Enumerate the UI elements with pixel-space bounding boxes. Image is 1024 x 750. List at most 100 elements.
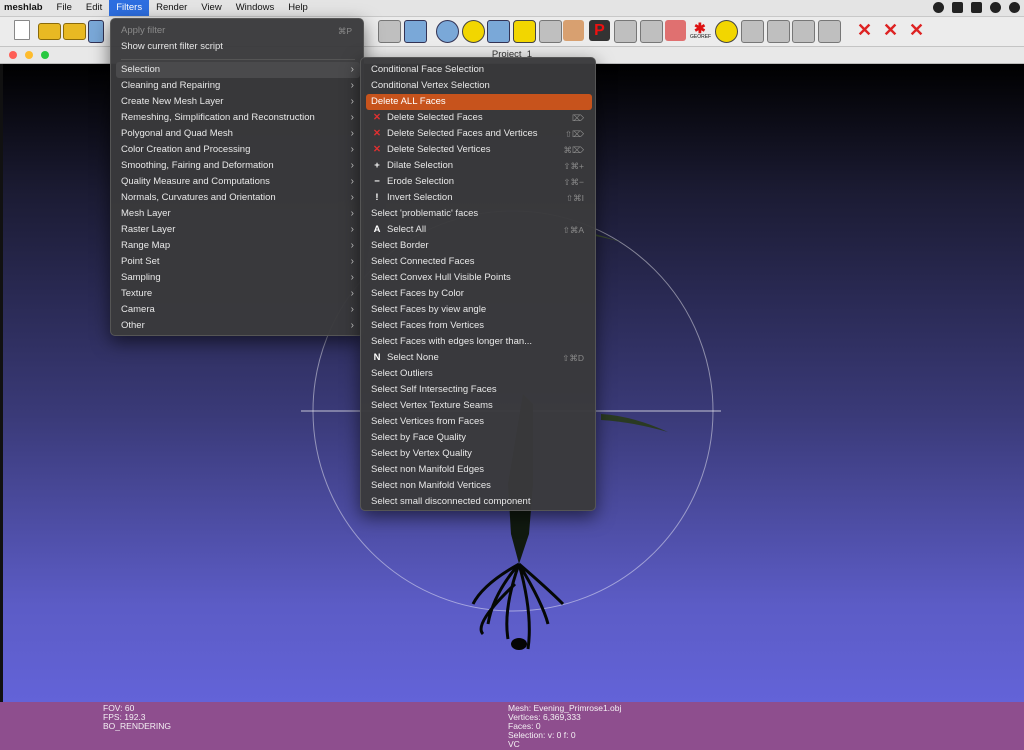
submenu-item[interactable]: Select Faces by view angle: [366, 302, 592, 318]
info-icon[interactable]: [715, 20, 738, 43]
dilate-selection-item[interactable]: + Dilate Selection ⇧⌘+: [366, 158, 592, 174]
select-connected-icon[interactable]: [792, 20, 815, 43]
category-label: Cleaning and Repairing: [121, 80, 221, 91]
category-normals[interactable]: Normals, Curvatures and Orientation ›: [116, 190, 360, 206]
category-label: Smoothing, Fairing and Deformation: [121, 160, 274, 171]
submenu-item[interactable]: Select Faces with edges longer than...: [366, 334, 592, 350]
submenu-item[interactable]: Select Connected Faces: [366, 254, 592, 270]
category-remeshing[interactable]: Remeshing, Simplification and Reconstruc…: [116, 110, 360, 126]
tray-app-icon[interactable]: [952, 2, 963, 13]
category-sampling[interactable]: Sampling ›: [116, 270, 360, 286]
delete-faces-tool-icon[interactable]: ✕: [854, 20, 875, 41]
tray-drive-icon[interactable]: [971, 2, 982, 13]
new-document-icon[interactable]: [14, 20, 30, 40]
menu-file[interactable]: File: [50, 0, 79, 16]
chevron-right-icon: ›: [350, 144, 354, 155]
submenu-item[interactable]: Select non Manifold Vertices: [366, 478, 592, 494]
submenu-item[interactable]: Select small disconnected component: [366, 494, 592, 510]
submenu-item[interactable]: Select Vertex Texture Seams: [366, 398, 592, 414]
globe-icon[interactable]: [436, 20, 459, 43]
chevron-right-icon: ›: [350, 128, 354, 139]
submenu-item[interactable]: Select by Vertex Quality: [366, 446, 592, 462]
annotation-a-icon[interactable]: [462, 20, 485, 43]
delete-vertices-tool-icon[interactable]: ✕: [880, 20, 901, 41]
shortcut-label: ⌘⌦: [563, 145, 584, 155]
bounding-box-icon[interactable]: [378, 20, 401, 43]
brush-icon[interactable]: [563, 20, 584, 41]
apply-filter-label: Apply filter: [121, 25, 166, 36]
submenu-item[interactable]: Select Outliers: [366, 366, 592, 382]
category-label: Create New Mesh Layer: [121, 96, 224, 107]
delete-both-tool-icon[interactable]: ✕: [906, 20, 927, 41]
select-all-item[interactable]: A Select All ⇧⌘A: [366, 222, 592, 238]
category-polygonal[interactable]: Polygonal and Quad Mesh ›: [116, 126, 360, 142]
submenu-item[interactable]: Select by Face Quality: [366, 430, 592, 446]
menu-filters[interactable]: Filters: [109, 0, 150, 16]
category-create-mesh[interactable]: Create New Mesh Layer ›: [116, 94, 360, 110]
submenu-item[interactable]: Select 'problematic' faces: [366, 206, 592, 222]
invert-selection-item[interactable]: ! Invert Selection ⇧⌘I: [366, 190, 592, 206]
category-point-set[interactable]: Point Set ›: [116, 254, 360, 270]
open-project-icon[interactable]: [63, 23, 86, 40]
delete-faces-vertices-item[interactable]: ✕ Delete Selected Faces and Vertices ⇧⌦: [366, 126, 592, 142]
category-smoothing[interactable]: Smoothing, Fairing and Deformation ›: [116, 158, 360, 174]
delete-all-faces-item[interactable]: Delete ALL Faces: [366, 94, 592, 110]
menu-edit[interactable]: Edit: [79, 0, 109, 16]
chevron-right-icon: ›: [350, 272, 354, 283]
submenu-item[interactable]: Select Vertices from Faces: [366, 414, 592, 430]
submenu-item-label: Select small disconnected component: [371, 496, 531, 507]
erode-selection-item[interactable]: − Erode Selection ⇧⌘−: [366, 174, 592, 190]
pick-points-icon[interactable]: P: [589, 20, 610, 41]
tray-infinity-icon[interactable]: [990, 2, 1001, 13]
menu-windows[interactable]: Windows: [229, 0, 282, 16]
category-mesh-layer[interactable]: Mesh Layer ›: [116, 206, 360, 222]
submenu-item[interactable]: Select non Manifold Edges: [366, 462, 592, 478]
select-rect-icon[interactable]: [741, 20, 764, 43]
points-icon[interactable]: [404, 20, 427, 43]
select-faces-icon[interactable]: [640, 20, 663, 43]
submenu-item[interactable]: Select Border: [366, 238, 592, 254]
submenu-item[interactable]: Select Convex Hull Visible Points: [366, 270, 592, 286]
category-cleaning[interactable]: Cleaning and Repairing ›: [116, 78, 360, 94]
submenu-item[interactable]: Select Faces by Color: [366, 286, 592, 302]
open-folder-icon[interactable]: [38, 23, 61, 40]
category-raster-layer[interactable]: Raster Layer ›: [116, 222, 360, 238]
shortcut-label: ⇧⌘A: [562, 225, 584, 235]
color-icon[interactable]: [665, 20, 686, 41]
category-texture[interactable]: Texture ›: [116, 286, 360, 302]
tray-link-icon[interactable]: [933, 2, 944, 13]
delete-selected-vertices-item[interactable]: ✕ Delete Selected Vertices ⌘⌦: [366, 142, 592, 158]
category-color[interactable]: Color Creation and Processing ›: [116, 142, 360, 158]
paint-icon[interactable]: [513, 20, 536, 43]
shortcut-label: ⇧⌘+: [563, 161, 584, 171]
select-none-item[interactable]: N Select None ⇧⌘D: [366, 350, 592, 366]
submenu-item-label: Invert Selection: [387, 192, 453, 203]
apply-filter-shortcut: ⌘P: [337, 26, 352, 36]
axes-icon[interactable]: [487, 20, 510, 43]
category-selection[interactable]: Selection ›: [116, 62, 360, 78]
submenu-item-label: Delete Selected Faces: [387, 112, 483, 123]
select-all-icon: A: [373, 224, 381, 235]
submenu-item[interactable]: Conditional Vertex Selection: [366, 78, 592, 94]
shortcut-label: ⇧⌘I: [566, 193, 584, 203]
delete-selected-faces-item[interactable]: ✕ Delete Selected Faces ⌦: [366, 110, 592, 126]
app-menu[interactable]: meshlab: [0, 0, 50, 16]
measure-icon[interactable]: [614, 20, 637, 43]
submenu-item[interactable]: Select Faces from Vertices: [366, 318, 592, 334]
submenu-item[interactable]: Conditional Face Selection: [366, 62, 592, 78]
menu-view[interactable]: View: [194, 0, 228, 16]
select-pointer-icon[interactable]: [818, 20, 841, 43]
menu-help[interactable]: Help: [281, 0, 315, 16]
category-range-map[interactable]: Range Map ›: [116, 238, 360, 254]
category-other[interactable]: Other ›: [116, 318, 360, 334]
reload-icon[interactable]: [88, 20, 104, 43]
select-vertices-icon[interactable]: [767, 20, 790, 43]
show-filter-script-item[interactable]: Show current filter script: [116, 39, 360, 55]
menu-render[interactable]: Render: [149, 0, 194, 16]
category-quality[interactable]: Quality Measure and Computations ›: [116, 174, 360, 190]
category-camera[interactable]: Camera ›: [116, 302, 360, 318]
align-icon[interactable]: [539, 20, 562, 43]
tray-g-icon[interactable]: [1009, 2, 1020, 13]
georef-button[interactable]: ✱ GEOREF: [690, 20, 712, 41]
submenu-item[interactable]: Select Self Intersecting Faces: [366, 382, 592, 398]
